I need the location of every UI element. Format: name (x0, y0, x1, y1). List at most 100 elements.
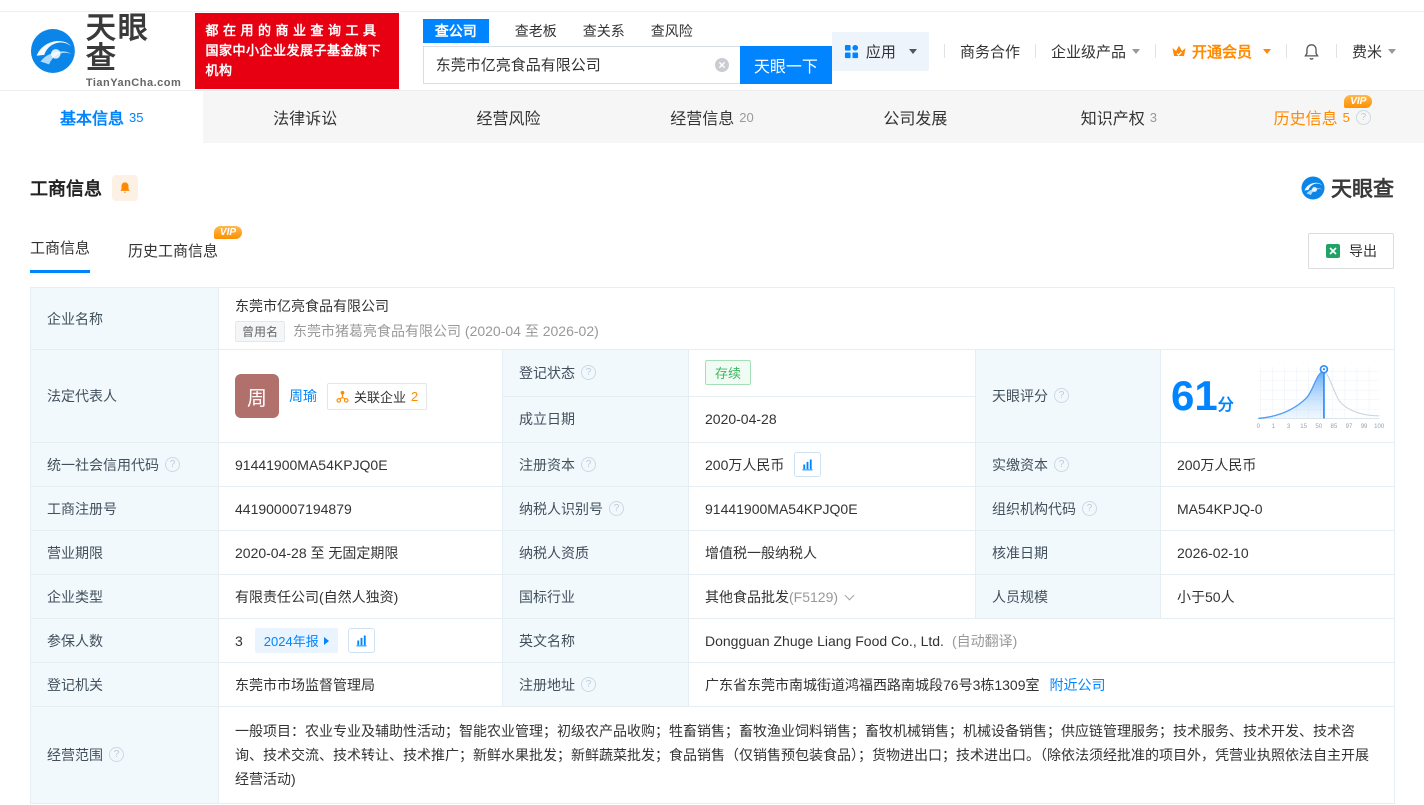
tab-operating-risk[interactable]: 经营风险 (407, 91, 610, 143)
score-value: 61 (1171, 372, 1218, 419)
approval-date-label: 核准日期 (975, 530, 1161, 575)
tab-legal-proceedings[interactable]: 法律诉讼 (203, 91, 406, 143)
search-tab-company[interactable]: 查公司 (422, 19, 489, 43)
apps-label: 应用 (865, 43, 896, 61)
help-icon[interactable] (581, 456, 596, 472)
subscribe-bell-button[interactable] (112, 175, 138, 201)
org-code-label: 组织机构代码 (975, 486, 1161, 531)
vip-label: 开通会员 (1191, 43, 1252, 61)
auto-translate-note: (自动翻译) (951, 632, 1018, 649)
company-type-label: 企业类型 (30, 574, 219, 619)
nav-divider (1034, 44, 1036, 58)
taxpayer-id-value: 91441900MA54KPJQ0E (688, 486, 976, 531)
enterprise-label: 企业级产品 (1050, 43, 1126, 61)
help-icon[interactable] (609, 500, 624, 516)
username: 费米 (1351, 43, 1382, 61)
site-header: 天眼查 TianYanCha.com 都在用的商业查询工具 国家中小企业发展子基… (0, 12, 1424, 90)
help-icon[interactable] (109, 747, 124, 762)
search-button[interactable]: 天眼一下 (739, 45, 832, 84)
help-icon[interactable] (1054, 388, 1069, 403)
biz-scope-value: 一般项目：农业专业及辅助性活动；智能农业管理；初级农产品收购；牲畜销售；畜牧渔业… (217, 706, 1396, 804)
business-info-table: 企业名称 东莞市亿亮食品有限公司 曾用名 东莞市猪葛亮食品有限公司 (2020-… (30, 287, 1396, 804)
help-icon[interactable] (165, 456, 180, 472)
nav-business-cooperation[interactable]: 商务合作 (960, 41, 1020, 62)
reg-number-label: 工商注册号 (30, 486, 219, 531)
search-tab-relation[interactable]: 查关系 (583, 21, 625, 41)
english-name-value: Dongguan Zhuge Liang Food Co., Ltd. (705, 632, 944, 649)
tab-count: 20 (739, 109, 754, 125)
staff-size-value: 小于50人 (1159, 574, 1396, 619)
section-title: 工商信息 (30, 179, 102, 199)
taxpayer-quality-value: 增值税一般纳税人 (688, 530, 976, 575)
tianyancha-score: 61分 0 1 3 15 50 85 97 99 100 (1171, 356, 1384, 436)
clear-search-icon[interactable] (714, 57, 730, 73)
subtab-business-info[interactable]: 工商信息 (30, 237, 91, 273)
annual-report-badge[interactable]: 2024年报 (254, 628, 338, 653)
help-icon[interactable] (581, 364, 596, 380)
search-tab-risk[interactable]: 查风险 (651, 21, 693, 41)
export-button[interactable]: 导出 (1308, 233, 1394, 269)
tab-history-info[interactable]: VIP 历史信息 5 (1221, 91, 1424, 143)
site-logo[interactable]: 天眼查 TianYanCha.com (30, 11, 182, 89)
notifications-bell-icon[interactable] (1302, 42, 1321, 61)
help-icon[interactable] (581, 676, 596, 692)
tab-basic-info[interactable]: 基本信息 35 (0, 91, 204, 143)
capital-trend-button[interactable] (794, 452, 822, 477)
industry-label: 国标行业 (502, 574, 689, 619)
taxpayer-id-label: 纳税人识别号 (502, 486, 689, 531)
chevron-down-icon (908, 48, 917, 54)
table-row: 经营范围 一般项目：农业专业及辅助性活动；智能农业管理；初级农产品收购；牲畜销售… (30, 706, 1396, 804)
chevron-down-icon (1131, 48, 1140, 54)
address-label: 注册地址 (502, 662, 689, 707)
tab-count: 5 (1342, 109, 1350, 125)
promo-banner: 都在用的商业查询工具 国家中小企业发展子基金旗下机构 (195, 12, 399, 90)
logo-brand-text: 天眼查 (85, 11, 150, 75)
score-label: 天眼评分 (975, 349, 1161, 443)
svg-text:0: 0 (1256, 424, 1260, 430)
nav-enterprise-products[interactable]: 企业级产品 (1051, 41, 1140, 62)
nav-divider (943, 44, 945, 58)
search-input[interactable] (423, 46, 740, 83)
insured-trend-button[interactable] (347, 628, 375, 653)
taxpayer-quality-label: 纳税人资质 (502, 530, 689, 575)
insured-count-label: 参保人数 (30, 618, 219, 663)
svg-text:3: 3 (1287, 424, 1291, 430)
nav-user-menu[interactable]: 费米 (1352, 41, 1396, 62)
related-companies-badge[interactable]: 关联企业 2 (327, 382, 428, 410)
nav-vip-upgrade[interactable]: 开通会员 (1171, 41, 1271, 62)
logo-domain-text: TianYanCha.com (85, 76, 182, 89)
help-icon[interactable] (1355, 109, 1371, 125)
tab-company-development[interactable]: 公司发展 (814, 91, 1017, 143)
crown-icon (1172, 45, 1186, 56)
score-unit: 分 (1217, 397, 1234, 414)
company-name-label: 企业名称 (30, 287, 219, 350)
nearby-companies-link[interactable]: 附近公司 (1050, 677, 1106, 693)
legal-rep-label: 法定代表人 (30, 349, 219, 443)
bar-chart-icon (802, 459, 813, 471)
former-name-value: 东莞市猪葛亮食品有限公司 (2020-04 至 2026-02) (293, 323, 599, 339)
help-icon[interactable] (1082, 500, 1097, 516)
search-tab-boss[interactable]: 查老板 (515, 21, 557, 41)
promo-line-1: 都在用的商业查询工具 (205, 22, 381, 38)
help-icon[interactable] (1054, 456, 1069, 472)
vip-badge: VIP (213, 226, 243, 239)
subtab-history-business-info[interactable]: VIP 历史工商信息 (128, 226, 243, 273)
search-box (422, 45, 740, 84)
tab-intellectual-property[interactable]: 知识产权 3 (1017, 91, 1220, 143)
excel-icon (1326, 244, 1340, 258)
section-header: 工商信息 天眼查 (30, 173, 1394, 203)
chevron-down-icon[interactable] (844, 590, 855, 600)
table-row: 企业类型 有限责任公司(自然人独资) 国标行业 其他食品批发(F5129) 人员… (30, 574, 1396, 619)
svg-text:50: 50 (1315, 424, 1322, 430)
approval-date-value: 2026-02-10 (1159, 530, 1396, 575)
company-name-value: 东莞市亿亮食品有限公司 (235, 297, 389, 314)
score-distribution-chart: 0 1 3 15 50 85 97 99 100 (1256, 364, 1384, 430)
tab-count: 35 (128, 109, 144, 125)
address-value: 广东省东莞市南城街道鸿福西路南城段76号3栋1309室 (705, 676, 1040, 693)
vip-badge: VIP (1344, 95, 1373, 108)
apps-menu[interactable]: 应用 (831, 31, 929, 71)
est-date-value: 2020-04-28 (688, 395, 976, 443)
svg-text:15: 15 (1300, 424, 1307, 430)
tab-operating-info[interactable]: 经营信息 20 (610, 91, 813, 143)
legal-rep-name-link[interactable]: 周瑜 (289, 386, 317, 406)
